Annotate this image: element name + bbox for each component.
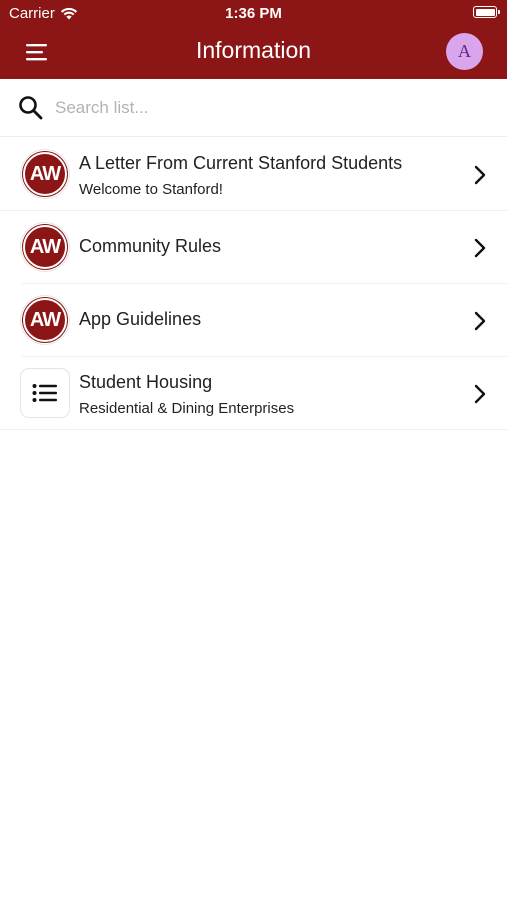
chevron-right-icon <box>474 238 486 258</box>
list-item-title: Student Housing <box>79 372 213 392</box>
header-bar: Carrier 1:36 PM Information A <box>0 0 507 79</box>
chevron-right-icon <box>474 311 486 331</box>
aw-logo-icon: AW <box>21 223 69 271</box>
navigation-bar: Information A <box>0 28 507 79</box>
list-item-title: Community Rules <box>79 236 222 256</box>
list-item-community-rules[interactable]: AW Community Rules <box>21 211 507 284</box>
app-screen: Carrier 1:36 PM Information A Search lis… <box>0 0 507 900</box>
aw-logo-icon: AW <box>21 296 69 344</box>
list-item-subtitle: Welcome to Stanford! <box>79 181 223 198</box>
information-list: AW A Letter From Current Stanford Studen… <box>0 138 507 430</box>
status-bar: Carrier 1:36 PM <box>0 0 507 28</box>
status-time: 1:36 PM <box>225 5 282 22</box>
page-title: Information <box>195 37 312 63</box>
aw-logo-icon: AW <box>21 150 69 198</box>
list-item-letter[interactable]: AW A Letter From Current Stanford Studen… <box>0 138 507 211</box>
list-item-subtitle: Residential & Dining Enterprises <box>79 400 295 417</box>
search-input[interactable] <box>55 93 485 123</box>
list-item-title: App Guidelines <box>79 309 202 329</box>
list-item-title: A Letter From Current Stanford Students <box>79 153 403 173</box>
bulleted-list-icon <box>21 369 69 417</box>
list-item-app-guidelines[interactable]: AW App Guidelines <box>21 284 507 357</box>
search-icon <box>19 96 43 120</box>
chevron-right-icon <box>474 384 486 404</box>
list-item-student-housing[interactable]: Student Housing Residential & Dining Ent… <box>0 357 507 430</box>
search-bar <box>0 79 507 137</box>
battery-icon <box>473 6 500 18</box>
chevron-right-icon <box>474 165 486 185</box>
avatar[interactable]: A <box>446 33 483 70</box>
